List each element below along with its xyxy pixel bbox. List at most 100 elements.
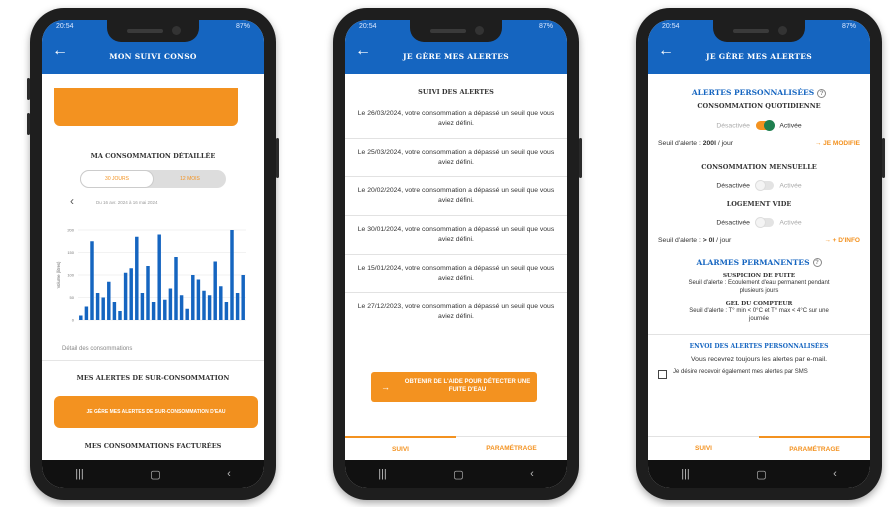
page-title: JE GÈRE MES ALERTES xyxy=(706,51,812,61)
monthly-switch[interactable] xyxy=(754,179,774,191)
home-icon[interactable]: ▢ xyxy=(453,468,463,481)
home-icon[interactable]: ▢ xyxy=(150,468,160,481)
manage-alerts-button[interactable]: JE GÈRE MES ALERTES DE SUR-CONSOMMATION … xyxy=(54,396,258,428)
list-item: Le 26/03/2024, votre consommation a dépa… xyxy=(345,100,567,139)
help-icon[interactable]: ? xyxy=(812,258,822,267)
on-label: Activée xyxy=(779,218,802,226)
tab-parametrage[interactable]: PARAMÉTRAGE xyxy=(456,436,567,460)
bar[interactable] xyxy=(185,308,189,320)
bar[interactable] xyxy=(191,275,195,320)
list-item: Le 20/02/2024, votre consommation a dépa… xyxy=(345,177,567,217)
period-toggle[interactable]: 30 JOURS 12 MOIS xyxy=(80,170,226,188)
notch xyxy=(713,20,805,42)
alerts-section-title: SUIVI DES ALERTES xyxy=(418,88,494,96)
summary-card[interactable] xyxy=(54,88,238,126)
bar[interactable] xyxy=(202,290,206,320)
sms-checkbox[interactable] xyxy=(658,369,667,379)
recents-icon[interactable]: ||| xyxy=(378,468,387,480)
toggle-12-months[interactable]: 12 MOIS xyxy=(154,170,226,188)
bar[interactable] xyxy=(235,293,240,320)
bar[interactable] xyxy=(129,268,133,320)
empty-switch[interactable] xyxy=(754,216,774,228)
on-label: Activée xyxy=(779,181,802,189)
bar[interactable] xyxy=(90,241,94,320)
back-arrow-icon[interactable]: ← xyxy=(355,42,371,60)
toggle-30-days[interactable]: 30 JOURS xyxy=(80,170,154,188)
bar[interactable] xyxy=(112,302,117,320)
perm-alarms-header: ALARMES PERMANENTES? xyxy=(658,257,860,267)
bar[interactable] xyxy=(174,257,178,320)
off-label: Désactivée xyxy=(716,218,750,226)
monthly-toggle-row: Désactivée Activée xyxy=(658,179,860,191)
frost-text: Seuil d'alerte : T° min < 0°C et T° max … xyxy=(689,307,829,323)
list-item: Le 30/01/2024, votre consommation a dépa… xyxy=(345,216,567,255)
tab-suivi[interactable]: SUIVI xyxy=(648,436,759,460)
bar[interactable] xyxy=(84,306,89,321)
bar[interactable] xyxy=(163,299,167,320)
page-title: MON SUIVI CONSO xyxy=(109,51,197,61)
bar[interactable] xyxy=(224,302,229,320)
system-nav: ||| ▢ ‹ xyxy=(42,460,264,488)
help-icon[interactable]: ? xyxy=(817,88,827,98)
recents-icon[interactable]: ||| xyxy=(681,468,690,480)
y-tick-label: 50 xyxy=(70,295,75,300)
camera-icon xyxy=(475,26,484,35)
detail-link[interactable]: Détail des consommations xyxy=(62,346,132,352)
alerts-title: MES ALERTES DE SUR-CONSOMMATION xyxy=(76,374,230,382)
bar[interactable] xyxy=(219,286,223,320)
y-tick-label: 100 xyxy=(67,273,74,278)
bar[interactable] xyxy=(79,315,83,321)
bar[interactable] xyxy=(135,236,139,320)
bottom-tabs: SUIVI PARAMÉTRAGE xyxy=(648,436,870,460)
daily-toggle-row: Désactivée Activée xyxy=(658,119,860,131)
bar[interactable] xyxy=(140,293,145,320)
bar[interactable] xyxy=(95,293,100,320)
camera-icon xyxy=(778,26,787,35)
bar[interactable] xyxy=(241,275,245,320)
off-label: Désactivée xyxy=(716,121,750,129)
bar-chart: 0 50 100 150 200 Volume (litres) xyxy=(56,228,246,323)
bar[interactable] xyxy=(151,302,156,320)
bar[interactable] xyxy=(123,272,128,320)
bar[interactable] xyxy=(146,266,150,320)
bar[interactable] xyxy=(118,311,122,320)
back-nav-icon[interactable]: ‹ xyxy=(833,468,837,480)
info-link[interactable]: → + D'INFO xyxy=(824,237,860,244)
daily-switch[interactable] xyxy=(755,119,775,131)
system-nav: ||| ▢ ‹ xyxy=(648,460,870,488)
bar[interactable] xyxy=(207,295,212,320)
phone-2: 20:54 87% ← JE GÈRE MES ALERTES SUIVI DES… xyxy=(333,8,582,500)
bar[interactable] xyxy=(179,295,184,320)
daily-threshold: Seuil d'alerte : 200l / jour xyxy=(658,140,733,147)
content: MA CONSOMMATION DÉTAILLÉE 30 JOURS 12 MO… xyxy=(42,74,264,460)
chevron-left-icon[interactable]: ‹ xyxy=(70,194,74,208)
back-arrow-icon[interactable]: ← xyxy=(52,42,68,60)
notch xyxy=(107,20,199,42)
bar[interactable] xyxy=(157,234,161,321)
perso-alerts-header: ALERTES PERSONNALISÉES? xyxy=(658,88,860,98)
bar[interactable] xyxy=(196,279,201,321)
back-arrow-icon[interactable]: ← xyxy=(658,42,674,60)
sms-option: Je désire recevoir également mes alertes… xyxy=(658,369,860,379)
consumption-chart: 0 50 100 150 200 Volume (litres) xyxy=(52,224,252,342)
bar[interactable] xyxy=(101,297,105,321)
clock: 20:54 xyxy=(56,23,74,30)
empty-threshold: Seuil d'alerte : > 0l / jour xyxy=(658,237,731,244)
arrow-right-icon: → xyxy=(381,382,390,392)
home-icon[interactable]: ▢ xyxy=(756,468,766,481)
leak-help-button[interactable]: → OBTENIR DE L'AIDE POUR DÉTECTER UNE FU… xyxy=(371,372,537,402)
monthly-title: CONSOMMATION MENSUELLE xyxy=(701,162,817,171)
off-label: Désactivée xyxy=(716,181,750,189)
bar[interactable] xyxy=(168,288,173,321)
recents-icon[interactable]: ||| xyxy=(75,468,84,480)
tab-suivi[interactable]: SUIVI xyxy=(345,436,456,460)
tab-parametrage[interactable]: PARAMÉTRAGE xyxy=(759,436,870,460)
bar[interactable] xyxy=(107,281,111,320)
bar[interactable] xyxy=(213,261,217,321)
back-nav-icon[interactable]: ‹ xyxy=(227,468,231,480)
leak-text: Seuil d'alerte : Ecoulement d'eau perman… xyxy=(688,280,830,295)
modify-link[interactable]: → JE MODIFIE xyxy=(815,140,860,147)
bar[interactable] xyxy=(230,230,234,320)
perm-title: ALARMES PERMANENTES xyxy=(696,257,810,267)
back-nav-icon[interactable]: ‹ xyxy=(530,468,534,480)
